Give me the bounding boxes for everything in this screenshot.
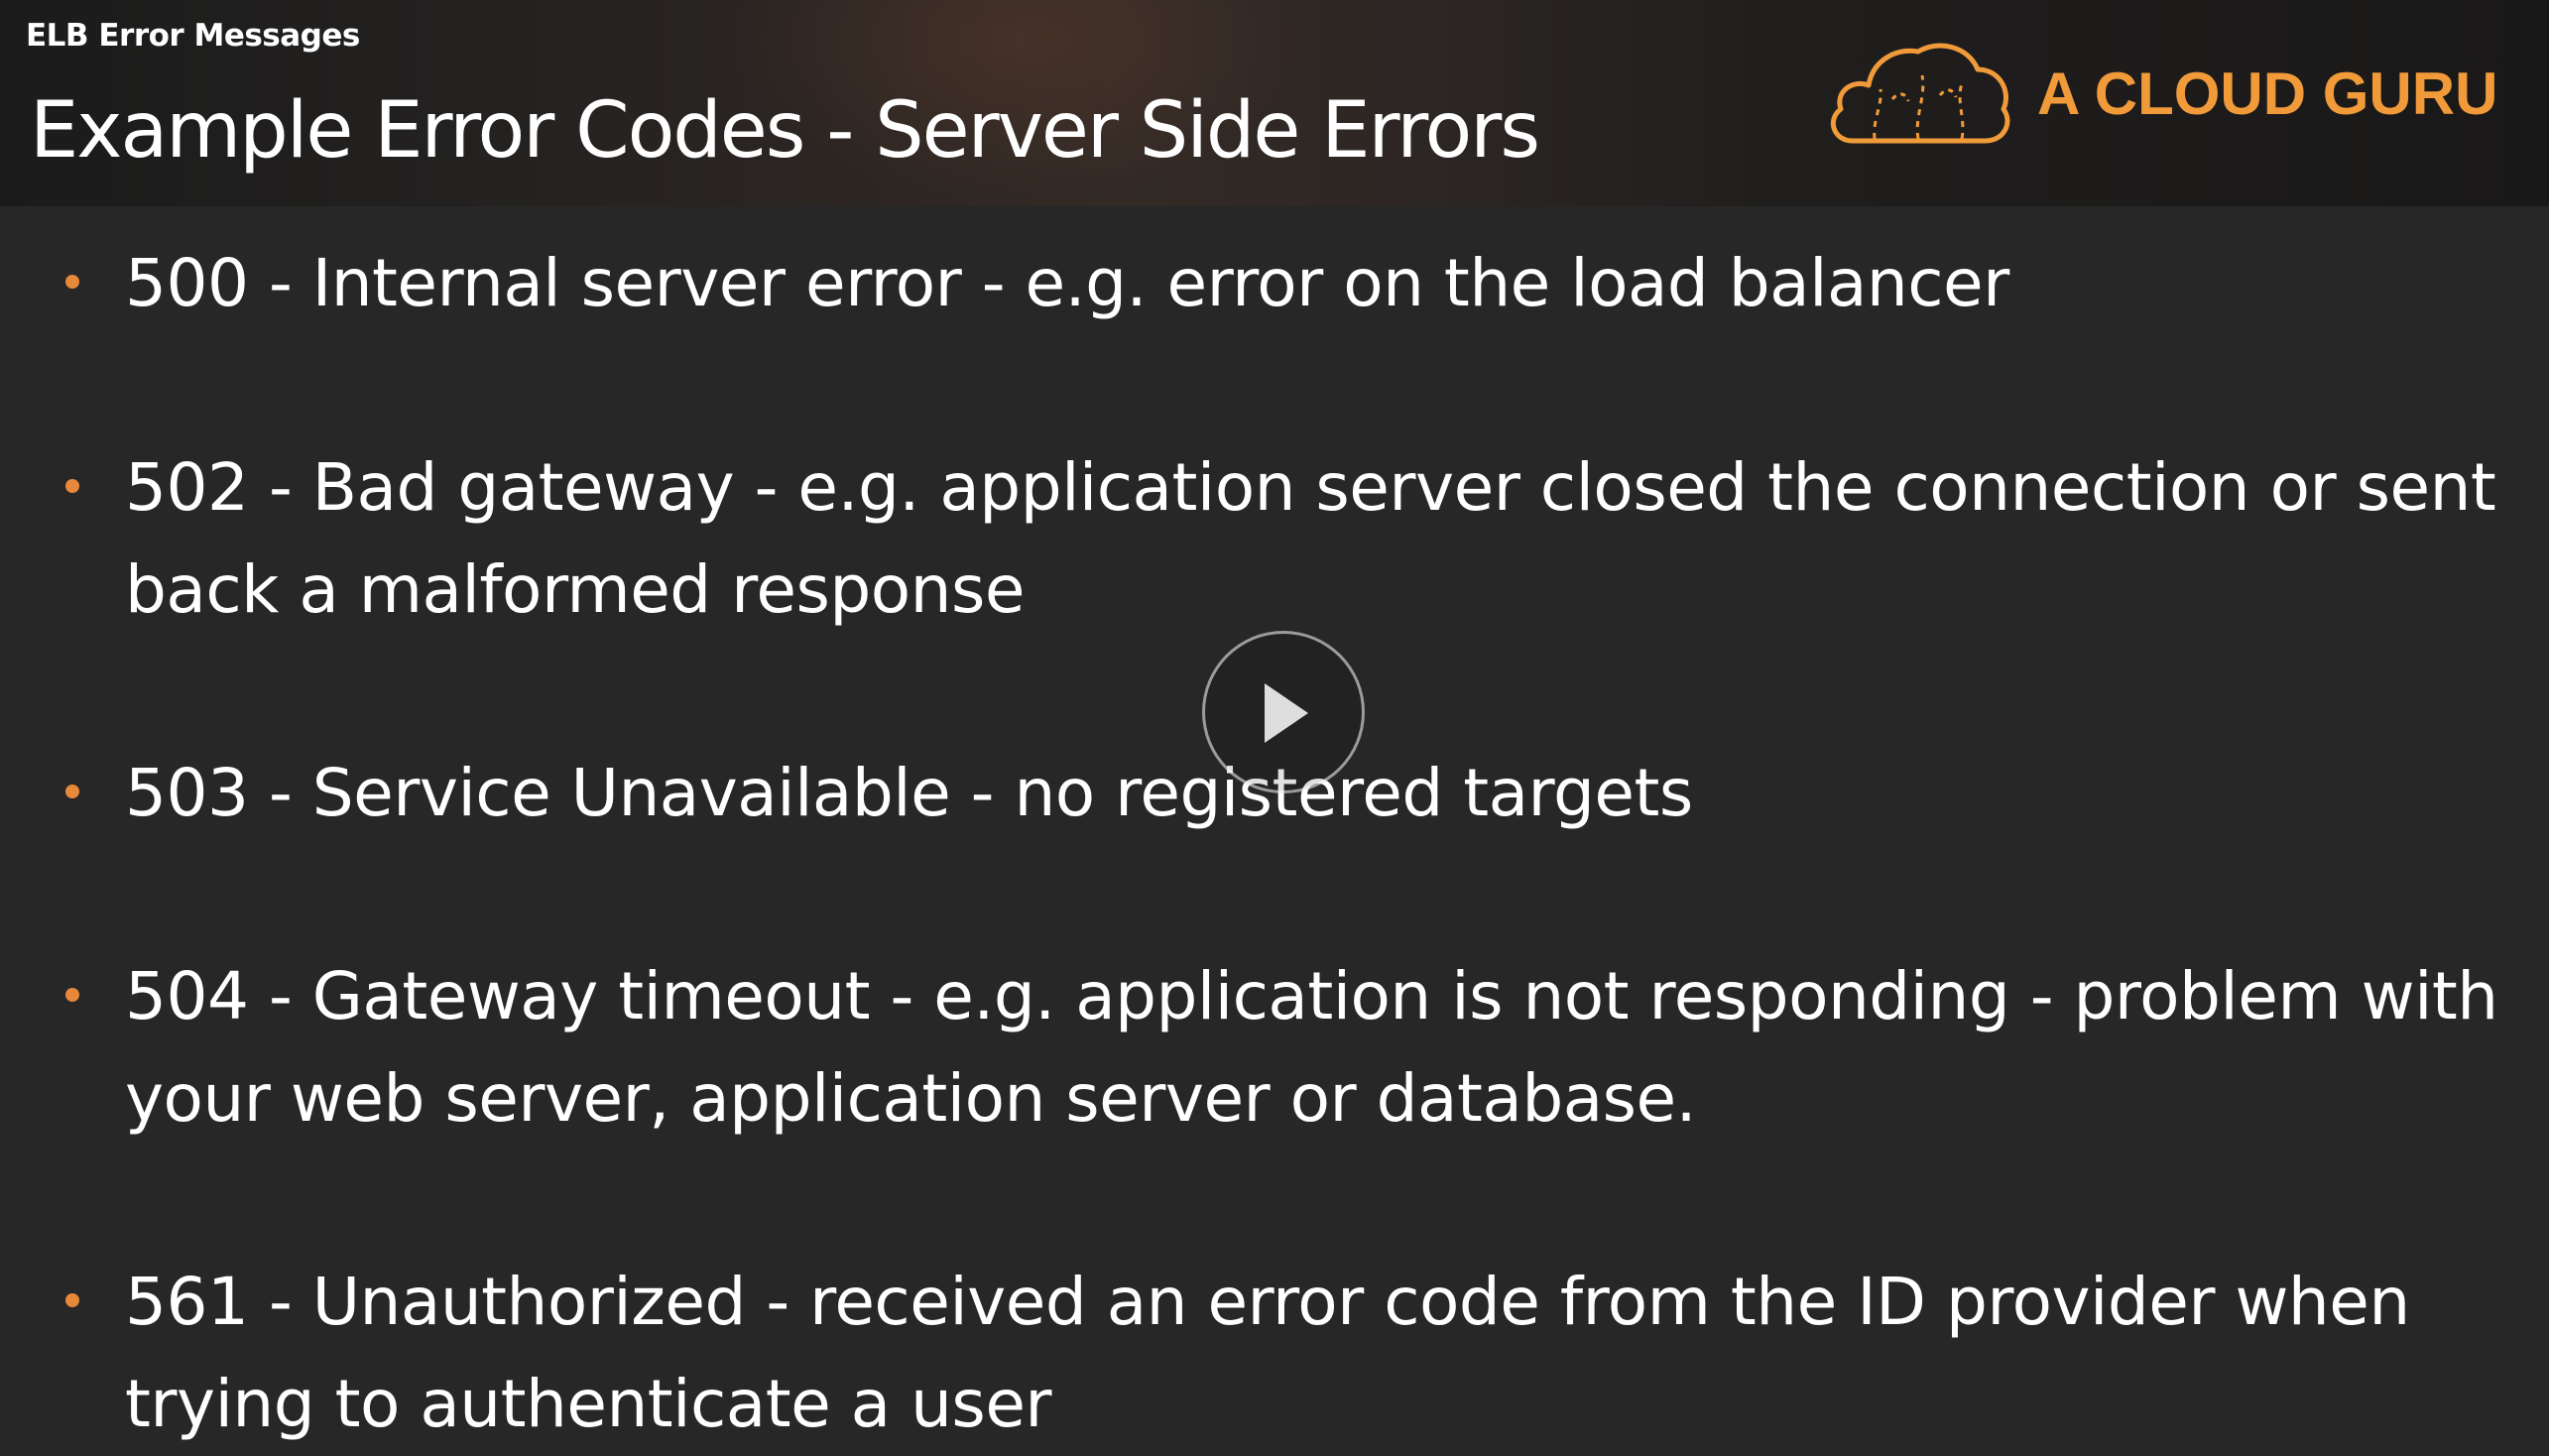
brand-name: A CLOUD GURU: [2037, 61, 2498, 127]
play-icon: [1265, 683, 1308, 743]
bullet-text: 561 - Unauthorized - received an error c…: [125, 1264, 2410, 1442]
bullet-dot: [65, 785, 79, 798]
bullet-dot: [65, 275, 79, 289]
play-button[interactable]: [1202, 631, 1365, 793]
bullet-text: 504 - Gateway timeout - e.g. application…: [125, 958, 2498, 1137]
video-player[interactable]: ELB Error Messages Example Error Codes -…: [0, 0, 2549, 1456]
cloud-icon: [1830, 43, 2010, 144]
video-title: ELB Error Messages: [26, 18, 360, 54]
bullet-text: 502 - Bad gateway - e.g. application ser…: [125, 449, 2496, 628]
slide-title: Example Error Codes - Server Side Errors: [30, 86, 1540, 176]
bullet-text: 500 - Internal server error - e.g. error…: [125, 245, 2009, 321]
bullet-dot: [65, 988, 79, 1002]
bullet-dot: [65, 1293, 79, 1307]
bullet-dot: [65, 479, 79, 493]
brand-logo: A CLOUD GURU: [1823, 40, 2517, 159]
